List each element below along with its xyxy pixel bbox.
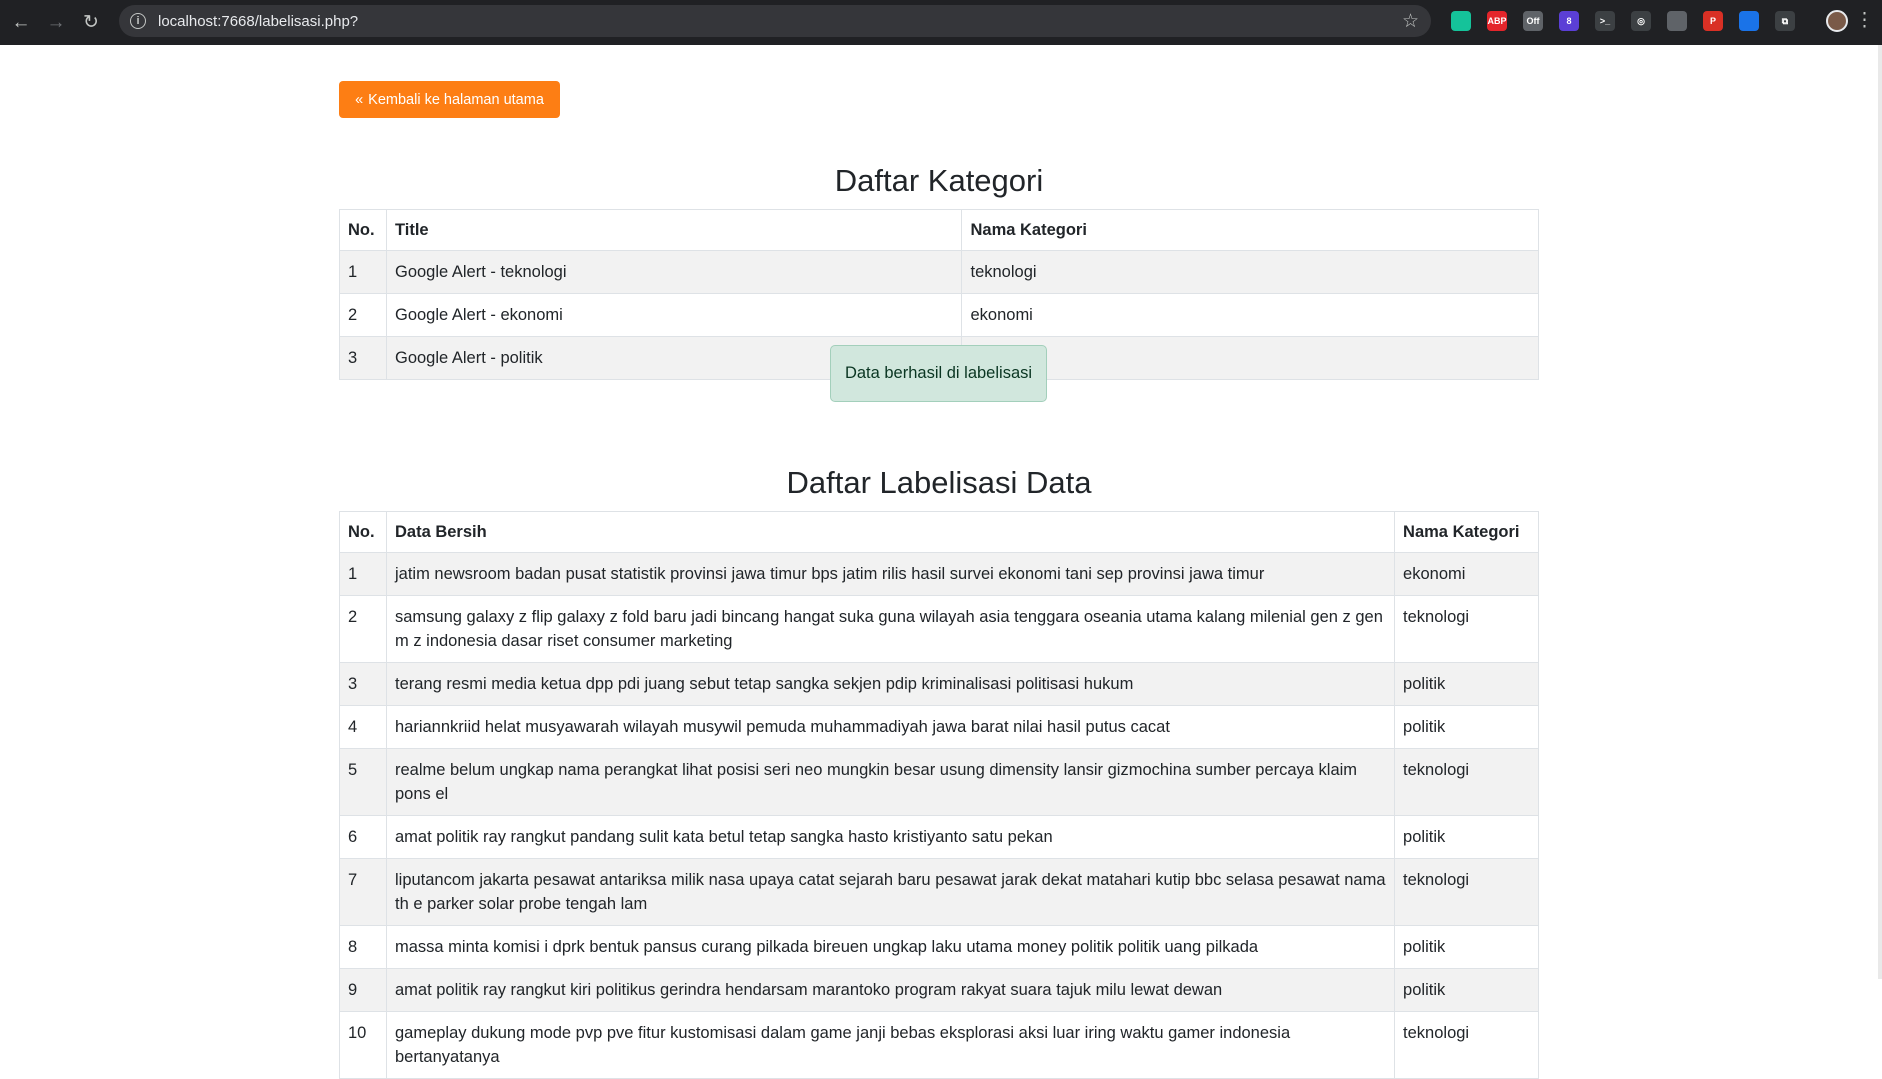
cell-kategori: ekonomi xyxy=(961,293,1539,337)
bookmark-star-icon[interactable]: ☆ xyxy=(1402,10,1419,33)
table-row: 6 amat politik ray rangkut pandang sulit … xyxy=(339,815,1539,859)
cell-no: 7 xyxy=(339,858,387,926)
back-to-home-button[interactable]: « Kembali ke halaman utama xyxy=(339,81,560,118)
table-row: 3 terang resmi media ketua dpp pdi juang … xyxy=(339,662,1539,706)
table-row: 2 Google Alert - ekonomi ekonomi xyxy=(339,293,1539,337)
cell-kategori: politik xyxy=(1394,925,1539,969)
cell-no: 1 xyxy=(339,552,387,596)
cell-no: 3 xyxy=(339,336,387,380)
cell-no: 2 xyxy=(339,595,387,663)
cell-data: amat politik ray rangkut pandang sulit k… xyxy=(385,815,1396,859)
cell-kategori: teknologi xyxy=(1394,748,1539,816)
header-nama-kategori: Nama Kategori xyxy=(1394,511,1539,553)
cell-no: 1 xyxy=(339,250,387,294)
compass-icon[interactable] xyxy=(1739,11,1759,31)
cell-kategori: politik xyxy=(961,336,1539,380)
cell-data: amat politik ray rangkut kiri politikus … xyxy=(385,968,1396,1012)
cell-kategori: teknologi xyxy=(1394,1011,1539,1079)
cell-data: samsung galaxy z flip galaxy z fold baru… xyxy=(385,595,1396,663)
profile-avatar[interactable] xyxy=(1826,10,1848,32)
success-alert: Data berhasil di labelisasi xyxy=(830,345,1047,402)
cell-no: 9 xyxy=(339,968,387,1012)
back-arrow-icon[interactable]: ← xyxy=(7,9,35,37)
cell-data: massa minta komisi i dprk bentuk pansus … xyxy=(385,925,1396,969)
table-row: 1 Google Alert - teknologi teknologi xyxy=(339,250,1539,294)
puzzle-icon[interactable]: ⧉ xyxy=(1775,11,1795,31)
browser-toolbar: ← → ↻ i localhost:7668/labelisasi.php? ☆… xyxy=(0,0,1882,45)
cell-no: 3 xyxy=(339,662,387,706)
kategori-title: Daftar Kategori xyxy=(834,163,1044,198)
cell-kategori: politik xyxy=(1394,815,1539,859)
cell-data: jatim newsroom badan pusat statistik pro… xyxy=(385,552,1396,596)
header-no: No. xyxy=(339,511,387,553)
table-row: 5 realme belum ungkap nama perangkat liha… xyxy=(339,748,1539,816)
cell-no: 8 xyxy=(339,925,387,969)
table-row: 2 samsung galaxy z flip galaxy z fold bar… xyxy=(339,595,1539,663)
cell-kategori: ekonomi xyxy=(1394,552,1539,596)
labelisasi-table: No. Data Bersih Nama Kategori 1 jatim new… xyxy=(339,511,1539,1079)
cell-kategori: teknologi xyxy=(1394,858,1539,926)
table-row: 8 massa minta komisi i dprk bentuk pansus… xyxy=(339,925,1539,969)
table-row: 7 liputancom jakarta pesawat antariksa mi… xyxy=(339,858,1539,926)
cell-title: Google Alert - teknologi xyxy=(385,250,963,294)
forward-arrow-icon[interactable]: → xyxy=(42,9,70,37)
cell-kategori: politik xyxy=(1394,662,1539,706)
site-info-icon[interactable]: i xyxy=(130,13,146,29)
p-icon[interactable]: P xyxy=(1703,11,1723,31)
double-chevron-left-icon: « xyxy=(355,91,364,108)
cell-no: 5 xyxy=(339,748,387,816)
terminal-icon[interactable]: >_ xyxy=(1595,11,1615,31)
header-data-bersih: Data Bersih xyxy=(385,511,1396,553)
cell-no: 6 xyxy=(339,815,387,859)
url-text: localhost:7668/labelisasi.php? xyxy=(158,12,359,30)
back-button-label: Kembali ke halaman utama xyxy=(368,91,544,108)
cell-title: Google Alert - ekonomi xyxy=(385,293,963,337)
table-row: 10 gameplay dukung mode pvp pve fitur kus… xyxy=(339,1011,1539,1079)
grammarly-icon[interactable] xyxy=(1451,11,1471,31)
table-row: 9 amat politik ray rangkut kiri politikus… xyxy=(339,968,1539,1012)
table-row: 4 hariannkriid helat musyawarah wilayah m… xyxy=(339,705,1539,749)
kategori-header-row: No. Title Nama Kategori xyxy=(339,209,1539,251)
cell-data: gameplay dukung mode pvp pve fitur kusto… xyxy=(385,1011,1396,1079)
header-no: No. xyxy=(339,209,387,251)
browser-menu-icon[interactable]: ⋮ xyxy=(1855,9,1874,33)
table-row: 1 jatim newsroom badan pusat statistik pr… xyxy=(339,552,1539,596)
labelisasi-title: Daftar Labelisasi Data xyxy=(786,465,1092,500)
robot-icon[interactable] xyxy=(1667,11,1687,31)
cell-kategori: politik xyxy=(1394,968,1539,1012)
reload-icon[interactable]: ↻ xyxy=(77,9,105,37)
scrollbar[interactable] xyxy=(1878,45,1882,979)
cell-data: realme belum ungkap nama perangkat lihat… xyxy=(385,748,1396,816)
cell-no: 10 xyxy=(339,1011,387,1079)
off-icon[interactable]: Off xyxy=(1523,11,1543,31)
header-title: Title xyxy=(385,209,963,251)
cell-data: hariannkriid helat musyawarah wilayah mu… xyxy=(385,705,1396,749)
cell-kategori: teknologi xyxy=(1394,595,1539,663)
extension-8-icon[interactable]: 8 xyxy=(1559,11,1579,31)
cell-kategori: teknologi xyxy=(961,250,1539,294)
labelisasi-header-row: No. Data Bersih Nama Kategori xyxy=(339,511,1539,553)
header-nama-kategori: Nama Kategori xyxy=(961,209,1539,251)
target-icon[interactable]: ◎ xyxy=(1631,11,1651,31)
cell-kategori: politik xyxy=(1394,705,1539,749)
adblock-icon[interactable]: ABP xyxy=(1487,11,1507,31)
cell-data: liputancom jakarta pesawat antariksa mil… xyxy=(385,858,1396,926)
cell-no: 2 xyxy=(339,293,387,337)
cell-no: 4 xyxy=(339,705,387,749)
address-bar[interactable]: i localhost:7668/labelisasi.php? ☆ xyxy=(119,5,1431,37)
cell-data: terang resmi media ketua dpp pdi juang s… xyxy=(385,662,1396,706)
